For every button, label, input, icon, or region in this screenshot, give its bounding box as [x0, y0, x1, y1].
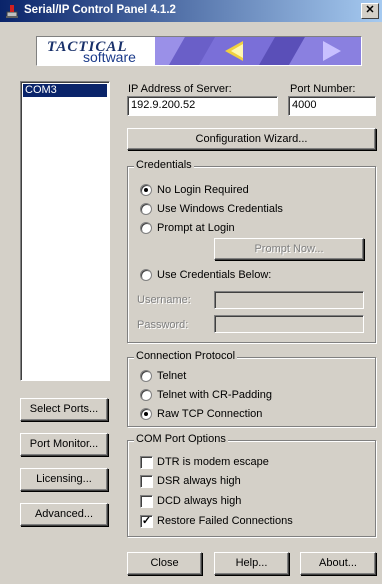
- com-port-list[interactable]: COM3: [20, 81, 110, 381]
- restore-failed-checkbox[interactable]: ✓: [140, 515, 153, 528]
- use-credentials-below-label[interactable]: Use Credentials Below:: [157, 269, 271, 281]
- prompt-now-button[interactable]: Prompt Now...: [214, 238, 364, 260]
- dcd-checkbox[interactable]: [140, 495, 153, 508]
- windows-credentials-label[interactable]: Use Windows Credentials: [157, 203, 283, 215]
- username-field[interactable]: [214, 291, 364, 309]
- username-label: Username:: [137, 294, 191, 306]
- select-ports-button[interactable]: Select Ports...: [20, 398, 108, 421]
- port-monitor-button[interactable]: Port Monitor...: [20, 433, 108, 456]
- logo-software: software: [83, 49, 136, 65]
- list-item-com3[interactable]: COM3: [23, 84, 107, 97]
- com-port-options-legend: COM Port Options: [134, 433, 228, 445]
- port-number-label: Port Number:: [290, 83, 356, 95]
- about-button[interactable]: About...: [300, 552, 376, 575]
- window-title: Serial/IP Control Panel 4.1.2: [24, 4, 176, 16]
- advanced-button[interactable]: Advanced...: [20, 503, 108, 526]
- no-login-radio[interactable]: [140, 184, 152, 196]
- telnet-label[interactable]: Telnet: [157, 370, 186, 382]
- prompt-at-login-radio[interactable]: [140, 222, 152, 234]
- raw-tcp-label[interactable]: Raw TCP Connection: [157, 408, 262, 420]
- telnet-cr-padding-label[interactable]: Telnet with CR-Padding: [157, 389, 272, 401]
- dtr-checkbox[interactable]: [140, 456, 153, 469]
- tactical-software-banner: TACTICAL software: [36, 36, 362, 66]
- restore-failed-label[interactable]: Restore Failed Connections: [157, 515, 293, 527]
- port-number-field[interactable]: 4000: [288, 96, 376, 116]
- banner-graphic: [155, 37, 361, 65]
- no-login-label[interactable]: No Login Required: [157, 184, 249, 196]
- app-icon: [6, 5, 18, 18]
- licensing-button[interactable]: Licensing...: [20, 468, 108, 491]
- connection-protocol-legend: Connection Protocol: [134, 350, 238, 362]
- dsr-checkbox[interactable]: [140, 475, 153, 488]
- ip-address-field[interactable]: 192.9.200.52: [127, 96, 278, 116]
- windows-credentials-radio[interactable]: [140, 203, 152, 215]
- dcd-label[interactable]: DCD always high: [157, 495, 241, 507]
- close-window-icon[interactable]: ✕: [361, 3, 379, 19]
- prompt-at-login-label[interactable]: Prompt at Login: [157, 222, 235, 234]
- ip-address-label: IP Address of Server:: [128, 83, 232, 95]
- dsr-label[interactable]: DSR always high: [157, 475, 241, 487]
- configuration-wizard-button[interactable]: Configuration Wizard...: [127, 128, 376, 150]
- raw-tcp-radio[interactable]: [140, 408, 152, 420]
- credentials-legend: Credentials: [134, 159, 194, 171]
- dtr-label[interactable]: DTR is modem escape: [157, 456, 269, 468]
- password-field[interactable]: [214, 315, 364, 333]
- help-button[interactable]: Help...: [214, 552, 289, 575]
- telnet-cr-padding-radio[interactable]: [140, 389, 152, 401]
- telnet-radio[interactable]: [140, 370, 152, 382]
- password-label: Password:: [137, 319, 189, 331]
- close-button[interactable]: Close: [127, 552, 202, 575]
- use-credentials-below-radio[interactable]: [140, 269, 152, 281]
- title-bar[interactable]: Serial/IP Control Panel 4.1.2 ✕: [0, 0, 382, 22]
